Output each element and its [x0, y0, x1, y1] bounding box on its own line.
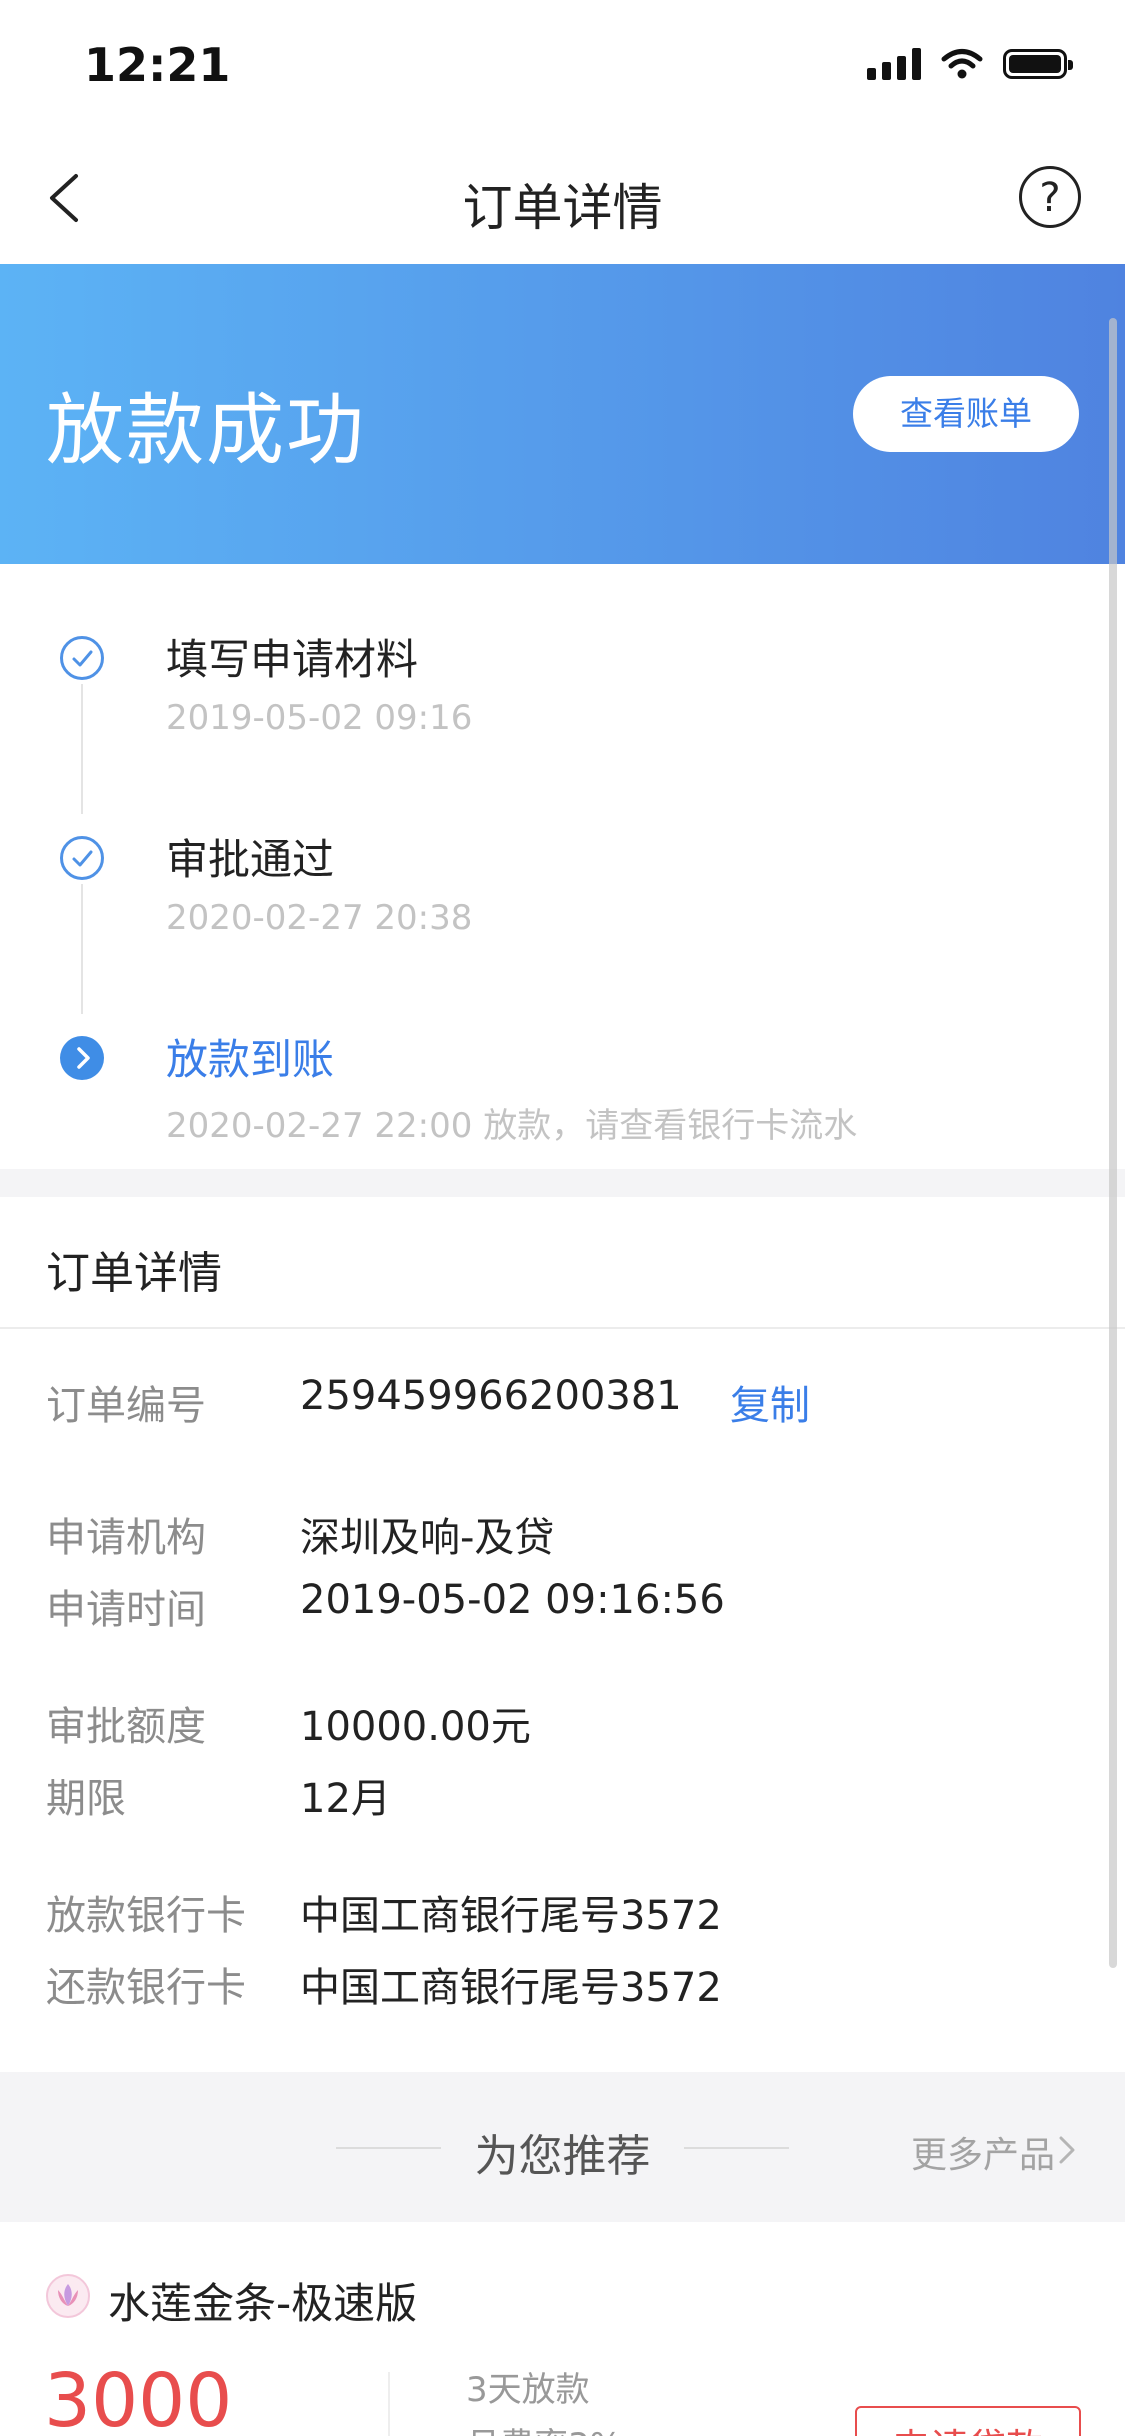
- timeline-step-title: 放款到账: [166, 1035, 335, 1084]
- product-card[interactable]: 水莲金条-极速版 3000 3天放款 月费率3% 申请贷款: [0, 2222, 1125, 2436]
- detail-value: 12月: [300, 1776, 391, 1822]
- detail-value: 深圳及响-及贷: [300, 1515, 555, 1561]
- divider: [388, 2372, 390, 2436]
- check-circle-icon: [60, 636, 104, 680]
- divider: [0, 1327, 1125, 1329]
- battery-icon: [1003, 49, 1073, 79]
- product-name: 水莲金条-极速版: [108, 2279, 418, 2328]
- detail-label: 还款银行卡: [46, 1965, 246, 2011]
- timeline-step-title: 审批通过: [166, 835, 335, 884]
- order-number-label: 订单编号: [46, 1383, 206, 1429]
- product-amount: 3000: [44, 2358, 233, 2436]
- detail-label: 申请机构: [46, 1515, 206, 1561]
- view-bill-button[interactable]: 查看账单: [853, 376, 1079, 452]
- detail-label: 审批额度: [46, 1704, 206, 1750]
- timeline-connector: [81, 684, 83, 814]
- detail-label: 放款银行卡: [46, 1893, 246, 1939]
- timeline-step-time: 2020-02-27 22:00 放款，请查看银行卡流水: [166, 1106, 858, 1146]
- details-heading: 订单详情: [46, 1248, 222, 1299]
- lotus-logo-icon: [46, 2274, 90, 2318]
- timeline-connector: [81, 884, 83, 1014]
- product-feature: 月费率3%: [466, 2418, 622, 2436]
- scrollbar[interactable]: [1109, 318, 1117, 1968]
- section-gap: [0, 1169, 1125, 1197]
- detail-value: 中国工商银行尾号3572: [300, 1893, 722, 1939]
- detail-label: 期限: [46, 1776, 126, 1822]
- help-icon[interactable]: ?: [1019, 166, 1081, 228]
- status-time: 12:21: [84, 38, 231, 92]
- page-title: 订单详情: [462, 179, 663, 237]
- timeline-step-time: 2020-02-27 20:38: [166, 898, 473, 938]
- status-icons: [867, 48, 1073, 80]
- arrow-circle-icon: [60, 1036, 104, 1080]
- recommend-header: 为您推荐 更多产品: [0, 2072, 1125, 2222]
- order-details-card: 订单详情 订单编号 259459966200381 复制 申请机构 深圳及响-及…: [0, 1197, 1125, 2072]
- wifi-icon: [941, 49, 983, 79]
- banner-title: 放款成功: [46, 386, 367, 476]
- copy-button[interactable]: 复制: [730, 1373, 810, 1431]
- detail-value: 10000.00元: [300, 1704, 531, 1750]
- chevron-right-icon[interactable]: [1055, 2132, 1079, 2168]
- status-banner: 放款成功 查看账单: [0, 264, 1125, 564]
- detail-label: 申请时间: [46, 1587, 206, 1633]
- apply-loan-button[interactable]: 申请贷款: [855, 2406, 1081, 2436]
- timeline-step-title: 填写申请材料: [166, 635, 419, 684]
- order-number-value: 259459966200381: [300, 1373, 682, 1419]
- detail-value: 2019-05-02 09:16:56: [300, 1577, 725, 1623]
- timeline-step-time: 2019-05-02 09:16: [166, 698, 473, 738]
- status-bar: 12:21: [0, 0, 1125, 132]
- product-feature: 3天放款: [466, 2370, 590, 2410]
- navigation-bar: 订单详情 ?: [0, 132, 1125, 264]
- signal-icon: [867, 48, 921, 80]
- detail-value: 中国工商银行尾号3572: [300, 1965, 722, 2011]
- more-products-link[interactable]: 更多产品: [911, 2126, 1055, 2178]
- divider: [684, 2147, 789, 2149]
- progress-timeline: 填写申请材料 2019-05-02 09:16 审批通过 2020-02-27 …: [0, 564, 1125, 1169]
- check-circle-icon: [60, 836, 104, 880]
